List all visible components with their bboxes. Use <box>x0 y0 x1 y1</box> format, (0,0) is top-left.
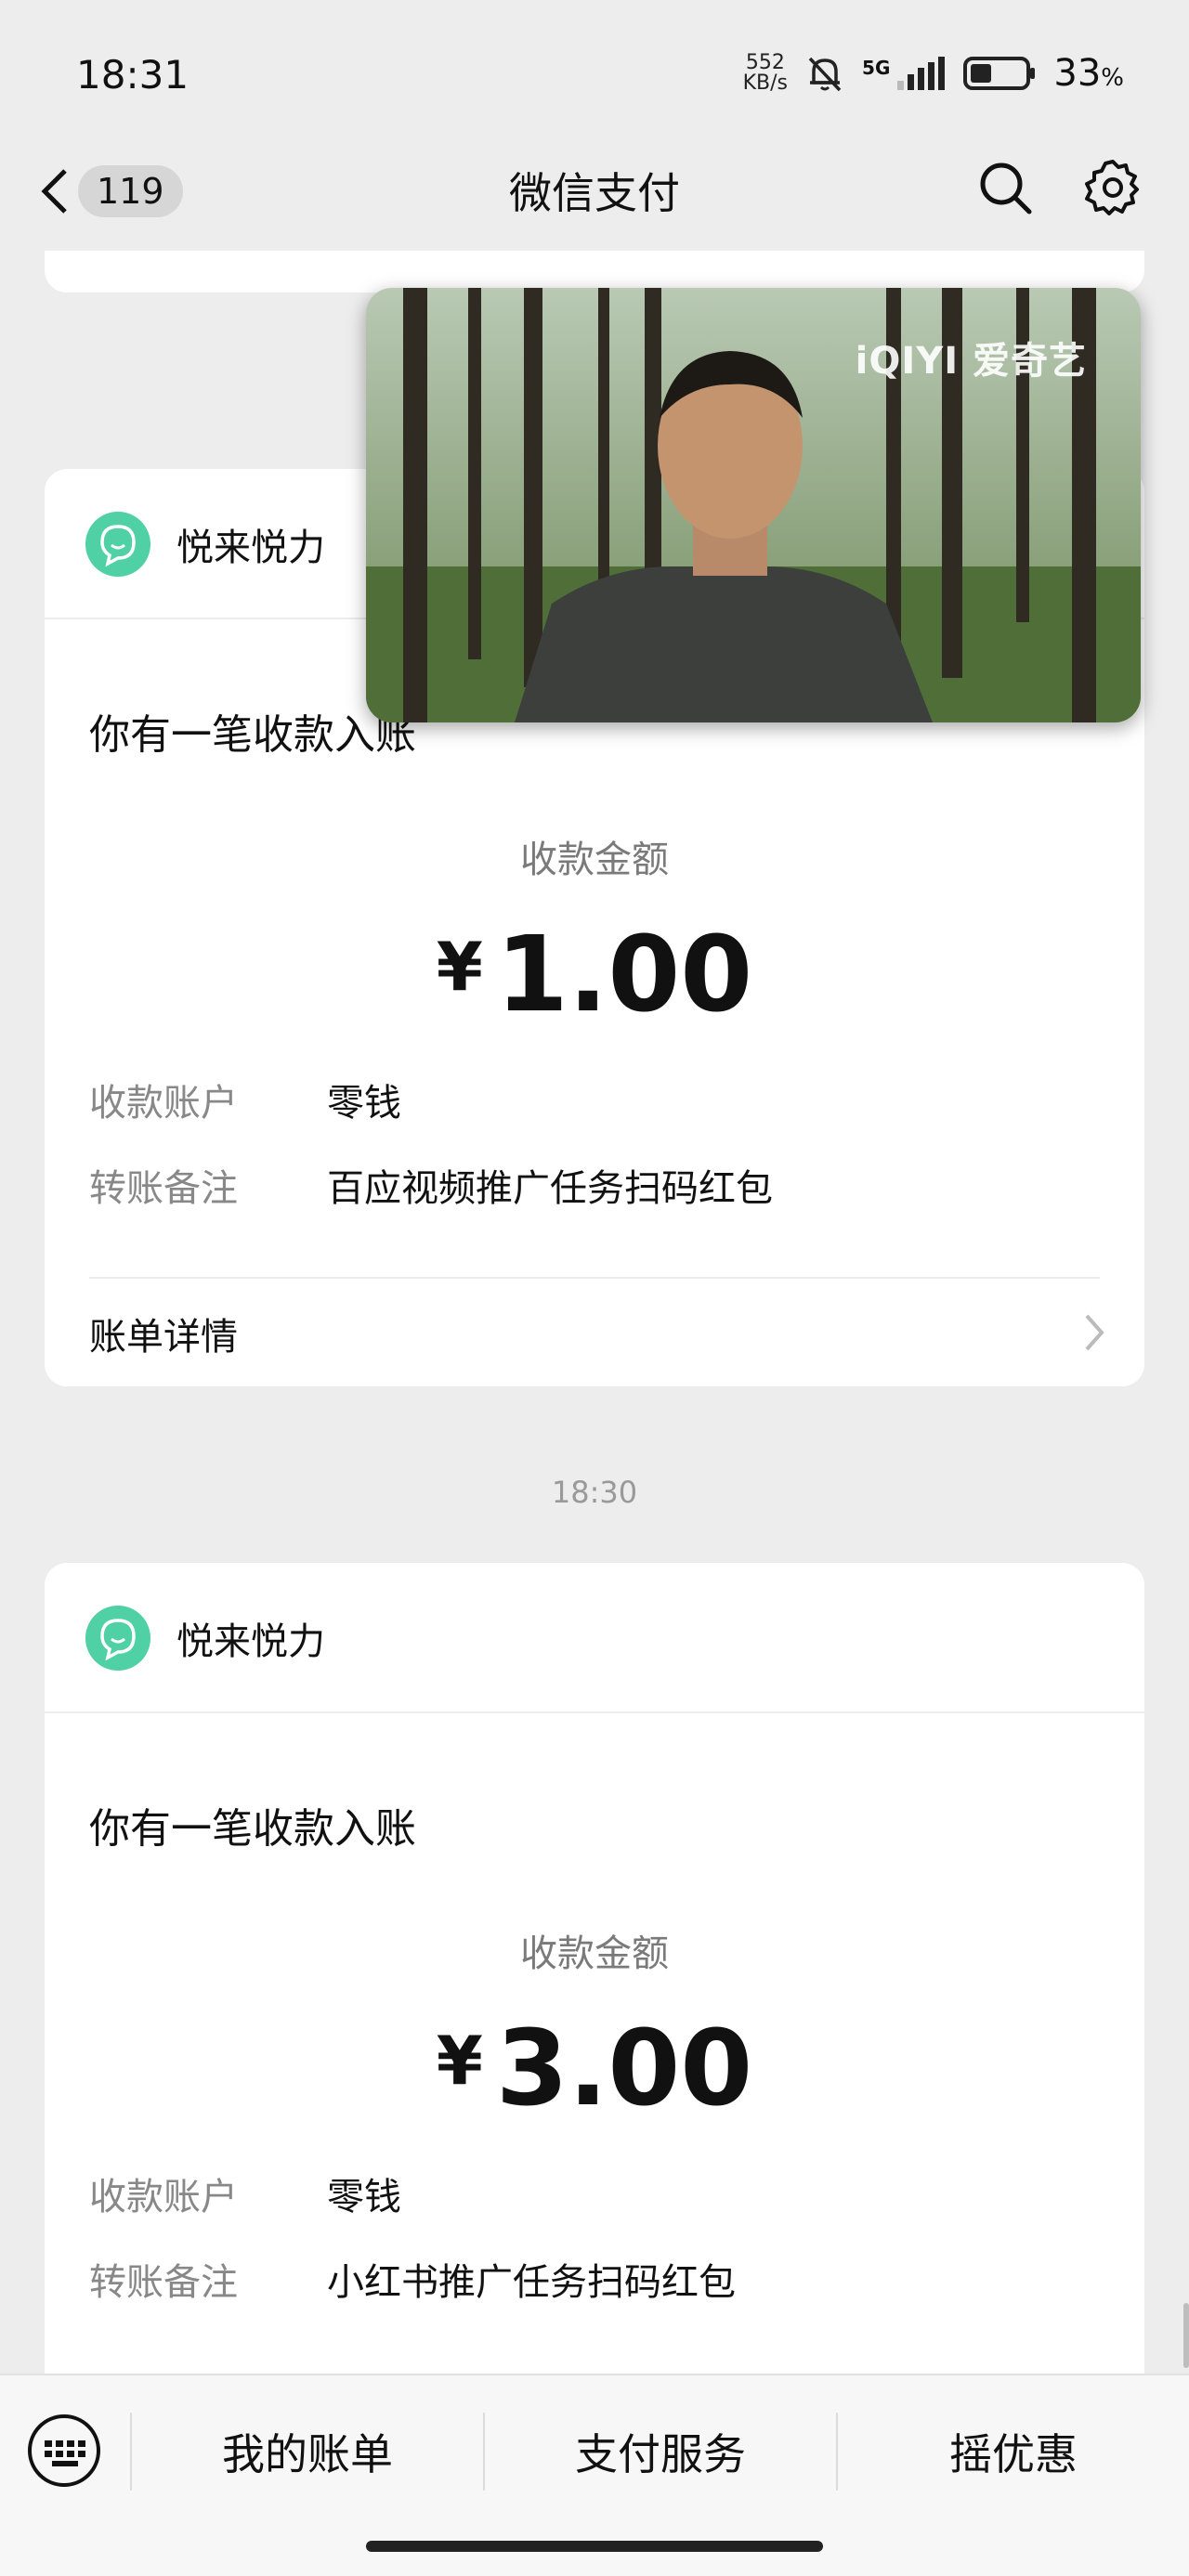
floating-video-player[interactable]: iQIYI 爱奇艺 <box>366 288 1141 722</box>
keyboard-icon[interactable] <box>26 2413 102 2489</box>
video-watermark: iQIYI 爱奇艺 <box>855 340 1087 383</box>
battery-percentage-value: 33 <box>1053 52 1102 95</box>
network-speed-value: 552 <box>745 51 785 74</box>
payment-message-card[interactable]: 悦来悦力 你有一笔收款入账 收款金额 ¥3.00 收款账户 零钱 转账备注 小红… <box>45 1563 1144 2399</box>
tab-payment-services[interactable]: 支付服务 <box>485 2407 836 2496</box>
status-bar: 18:31 552 KB/s 5G 33% <box>0 0 1189 149</box>
signal-icon <box>897 57 946 90</box>
bill-detail-row[interactable]: 账单详情 <box>45 1279 1144 1386</box>
card-header: 悦来悦力 <box>45 1563 1144 1713</box>
scrollbar[interactable] <box>1183 2303 1189 2368</box>
amount-value: ¥1.00 <box>45 915 1144 1035</box>
chevron-right-icon <box>1085 1314 1104 1351</box>
amount-value: ¥3.00 <box>45 2009 1144 2129</box>
amount-label: 收款金额 <box>520 839 669 881</box>
network-type: 5G <box>862 57 891 79</box>
status-icons: 552 KB/s 5G 33% <box>743 52 1124 95</box>
gear-icon[interactable] <box>1083 158 1143 217</box>
timestamp: 18:30 <box>551 1475 638 1510</box>
chat-bubble-icon <box>85 1606 150 1671</box>
tab-shake-offers[interactable]: 摇优惠 <box>838 2407 1189 2496</box>
currency-symbol: ¥ <box>436 928 483 1006</box>
battery-icon <box>963 57 1036 90</box>
battery-percentage: 33% <box>1053 52 1124 95</box>
amount-label: 收款金额 <box>520 1932 669 1975</box>
signal-indicator: 5G <box>862 57 946 90</box>
mute-bell-icon <box>808 57 842 92</box>
navigation-bar: 119 微信支付 <box>0 139 1189 251</box>
message-headline: 你有一笔收款入账 <box>89 1805 416 1853</box>
note-label: 转账备注 <box>89 2261 238 2304</box>
battery-percentage-symbol: % <box>1101 64 1124 92</box>
account-label: 收款账户 <box>89 1082 238 1125</box>
note-value: 小红书推广任务扫码红包 <box>327 2261 736 2304</box>
app-name: 悦来悦力 <box>176 1620 325 1663</box>
chat-bubble-icon <box>85 512 150 577</box>
tab-my-bills[interactable]: 我的账单 <box>132 2407 483 2496</box>
note-label: 转账备注 <box>89 1167 238 1210</box>
amount-number: 1.00 <box>495 915 753 1035</box>
account-value: 零钱 <box>327 1082 401 1125</box>
search-icon[interactable] <box>975 158 1035 217</box>
network-speed: 552 KB/s <box>743 53 788 94</box>
network-speed-unit: KB/s <box>742 72 789 95</box>
app-name: 悦来悦力 <box>176 527 325 569</box>
message-headline: 你有一笔收款入账 <box>89 711 416 759</box>
currency-symbol: ¥ <box>436 2022 483 2100</box>
bill-detail-label: 账单详情 <box>89 1316 238 1359</box>
status-time: 18:31 <box>76 52 189 98</box>
account-label: 收款账户 <box>89 2176 238 2218</box>
home-indicator[interactable] <box>366 2541 823 2552</box>
account-value: 零钱 <box>327 2176 401 2218</box>
amount-number: 3.00 <box>495 2009 753 2129</box>
note-value: 百应视频推广任务扫码红包 <box>327 1167 773 1210</box>
